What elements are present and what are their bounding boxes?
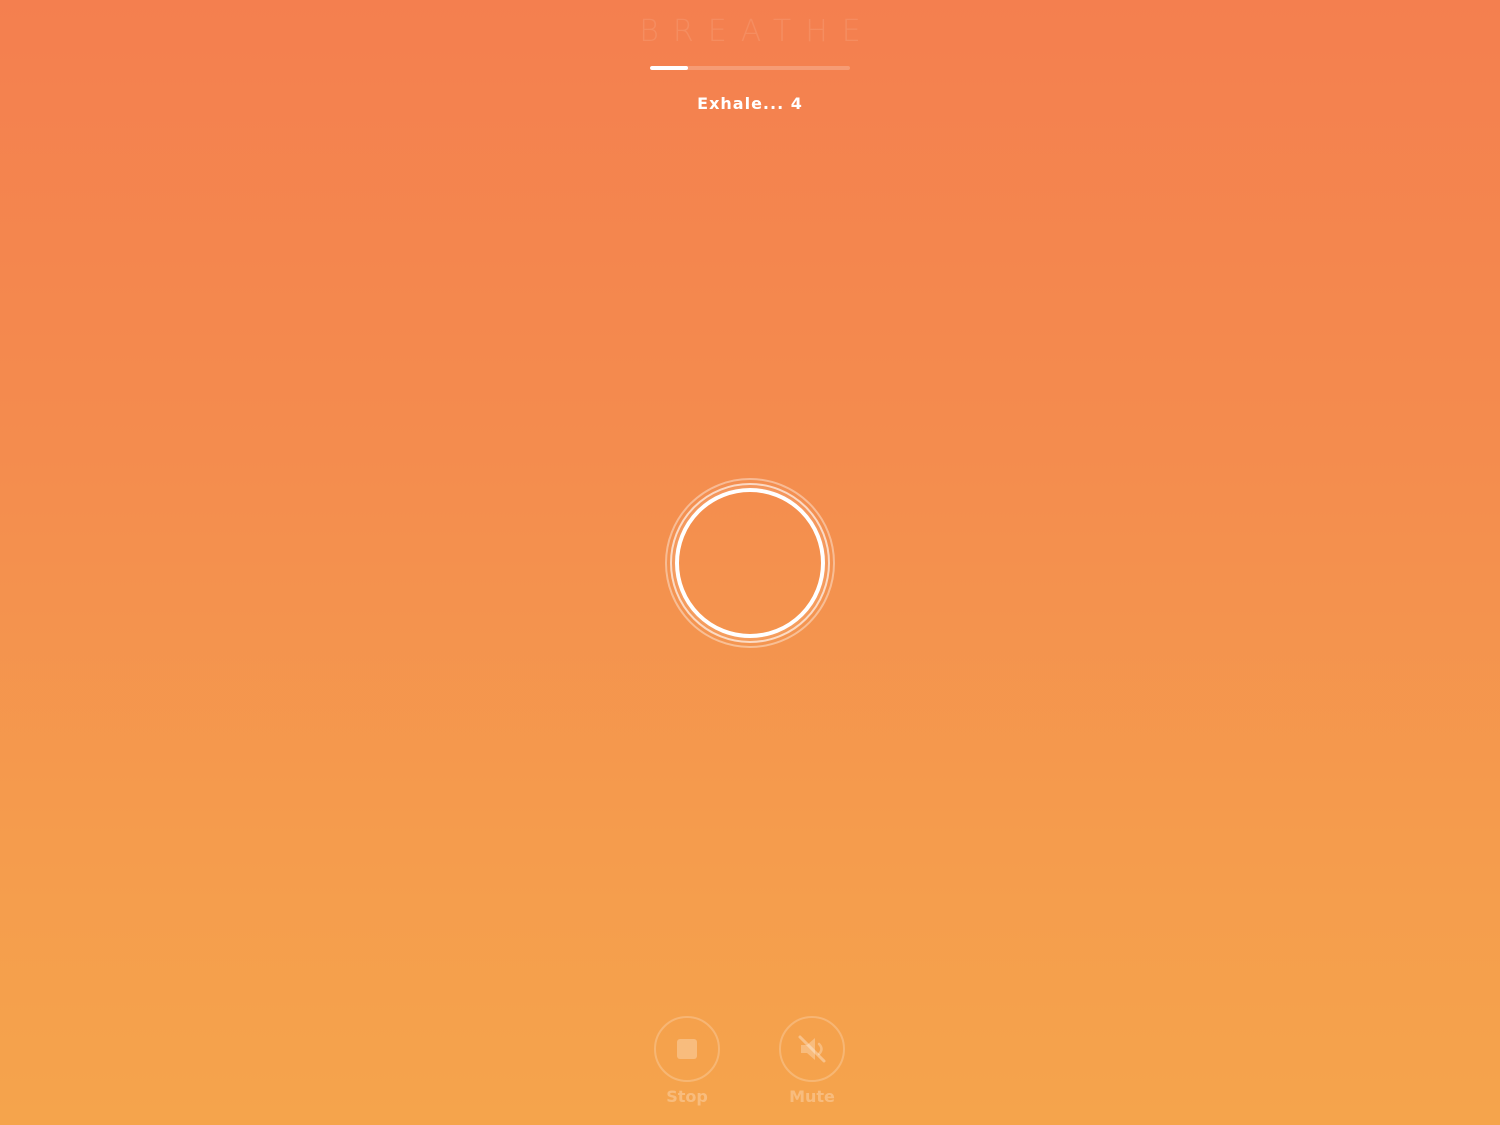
session-progress-fill bbox=[650, 66, 688, 70]
session-progress-bar bbox=[650, 66, 850, 70]
speaker-muted-icon bbox=[798, 1035, 826, 1063]
mute-button-label: Mute bbox=[789, 1087, 835, 1106]
breathing-ring-main bbox=[675, 488, 825, 638]
app-title: BREATHE bbox=[639, 14, 875, 49]
mute-button-circle[interactable] bbox=[779, 1016, 845, 1082]
session-controls: Stop Mute bbox=[0, 1016, 1500, 1116]
stop-button[interactable]: Stop bbox=[642, 1016, 732, 1106]
breathing-circle bbox=[665, 478, 835, 648]
mute-button[interactable]: Mute bbox=[767, 1016, 857, 1106]
stop-icon bbox=[677, 1039, 697, 1059]
breath-phase-text: Exhale... 4 bbox=[697, 94, 803, 113]
stop-button-label: Stop bbox=[666, 1087, 708, 1106]
stop-button-circle[interactable] bbox=[654, 1016, 720, 1082]
